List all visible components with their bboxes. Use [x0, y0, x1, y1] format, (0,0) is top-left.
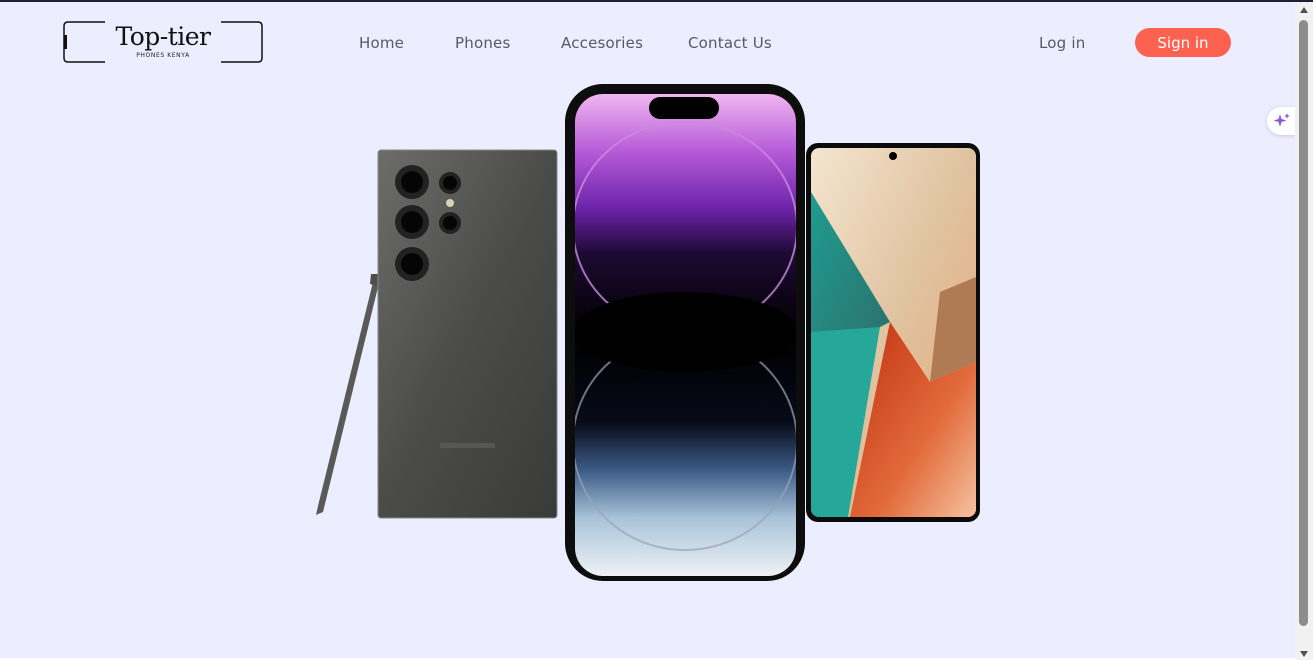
- arrow-down-icon[interactable]: [1295, 646, 1313, 660]
- arrow-up-icon[interactable]: [1295, 2, 1313, 18]
- redmi-phone: [806, 143, 980, 522]
- samsung-phone: [316, 149, 558, 519]
- iphone: [565, 84, 805, 581]
- scrollbar[interactable]: [1295, 2, 1313, 660]
- hero-phones-image: [316, 84, 980, 581]
- sparkle-icon[interactable]: [1267, 107, 1297, 135]
- scrollbar-thumb[interactable]: [1299, 20, 1308, 626]
